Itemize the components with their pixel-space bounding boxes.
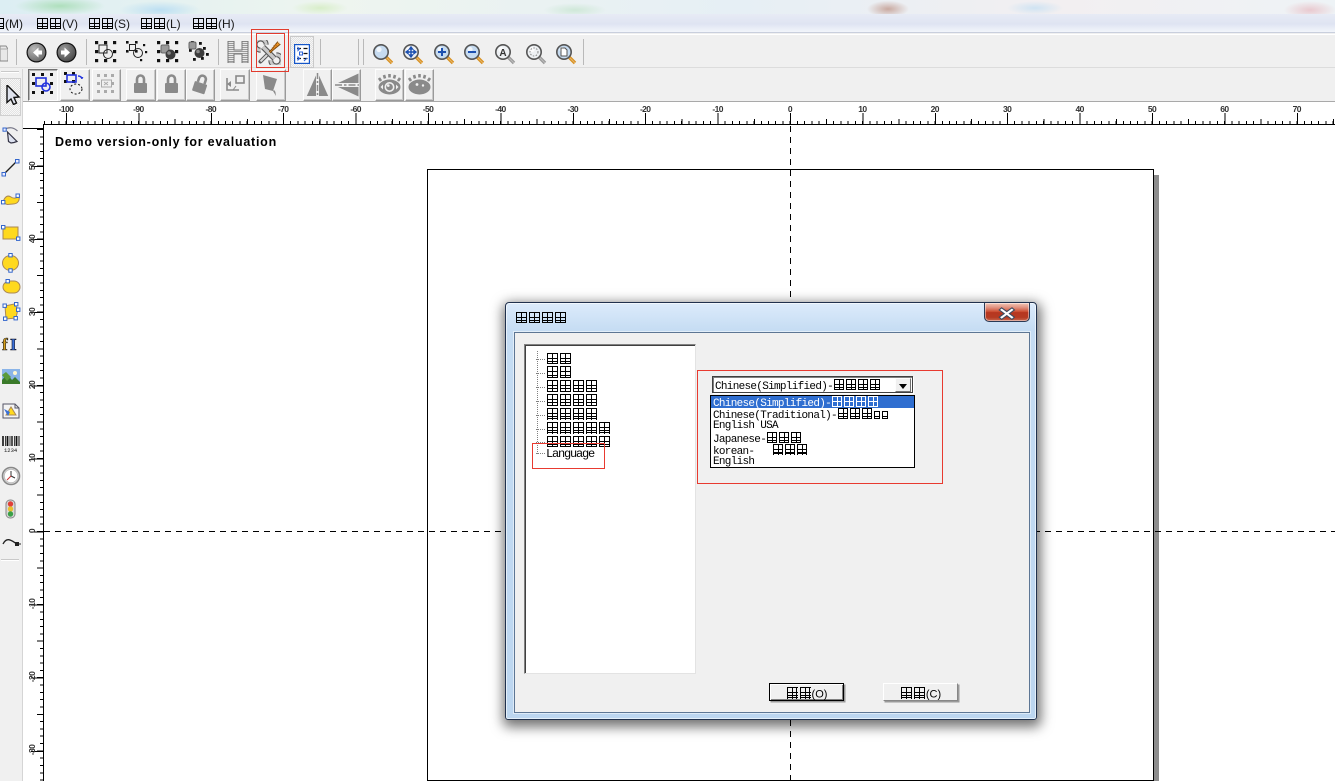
svg-text:1234: 1234 xyxy=(4,447,18,453)
svg-text:A: A xyxy=(499,48,506,59)
svg-text:I: I xyxy=(10,335,17,354)
svg-text:f: f xyxy=(2,335,8,354)
